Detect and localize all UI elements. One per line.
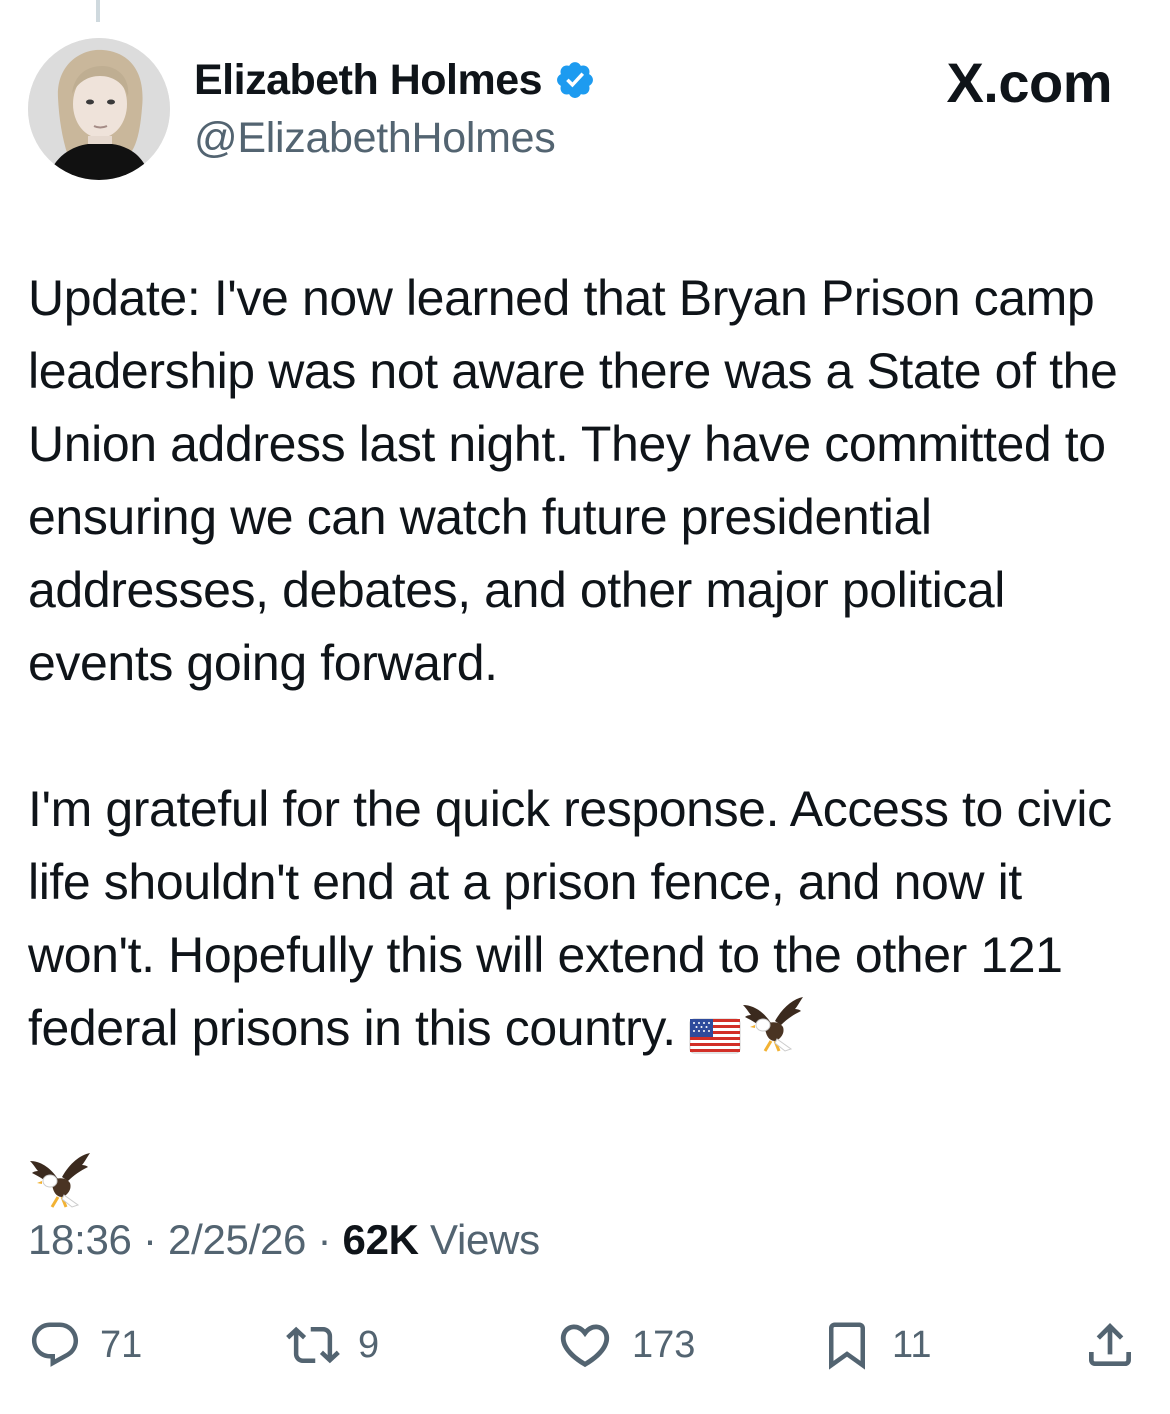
reply-count: 71 — [100, 1323, 143, 1366]
tweet-time[interactable]: 18:36 — [28, 1216, 132, 1263]
views-label: Views — [430, 1216, 540, 1263]
x-logo: X.com — [946, 51, 1112, 114]
views-count[interactable]: 62K — [343, 1216, 419, 1263]
like-count: 173 — [632, 1323, 696, 1366]
bookmark-count: 11 — [892, 1323, 932, 1366]
verified-badge-icon — [554, 59, 596, 101]
bookmark-button[interactable]: 11 — [820, 1310, 931, 1380]
avatar-photo — [28, 38, 170, 180]
author-display-name[interactable]: Elizabeth Holmes — [194, 56, 543, 105]
repost-icon — [286, 1326, 340, 1364]
repost-count: 9 — [358, 1323, 380, 1366]
meta-separator: · — [317, 1216, 332, 1263]
repost-button[interactable]: 9 — [286, 1310, 379, 1380]
author-handle[interactable]: @ElizabethHolmes — [194, 114, 556, 163]
share-button[interactable] — [1082, 1310, 1138, 1380]
thread-connector-line — [96, 0, 100, 22]
tweet-date[interactable]: 2/25/26 — [168, 1216, 306, 1263]
us-flag-icon — [689, 1002, 741, 1075]
tweet-paragraph-2-text: I'm grateful for the quick response. Acc… — [28, 781, 1126, 1056]
meta-separator: · — [142, 1216, 157, 1263]
share-icon — [1089, 1323, 1131, 1366]
eagle-icon — [741, 995, 805, 1075]
tweet-paragraph-1: Update: I've now learned that Bryan Pris… — [28, 270, 1131, 691]
tweet-paragraph-2: I'm grateful for the quick response. Acc… — [28, 773, 1148, 1231]
reply-icon — [31, 1322, 79, 1367]
reply-button[interactable]: 71 — [28, 1310, 142, 1380]
tweet-text: Update: I've now learned that Bryan Pris… — [28, 262, 1148, 1231]
avatar[interactable] — [28, 38, 170, 180]
bookmark-icon — [829, 1322, 865, 1370]
author-name-row: Elizabeth Holmes — [194, 52, 596, 108]
action-bar: 71 9 173 11 — [0, 1310, 1170, 1380]
heart-icon — [560, 1324, 610, 1368]
tweet-meta: 18:36 · 2/25/26 · 62K Views — [28, 1216, 540, 1264]
like-button[interactable]: 173 — [556, 1310, 695, 1380]
